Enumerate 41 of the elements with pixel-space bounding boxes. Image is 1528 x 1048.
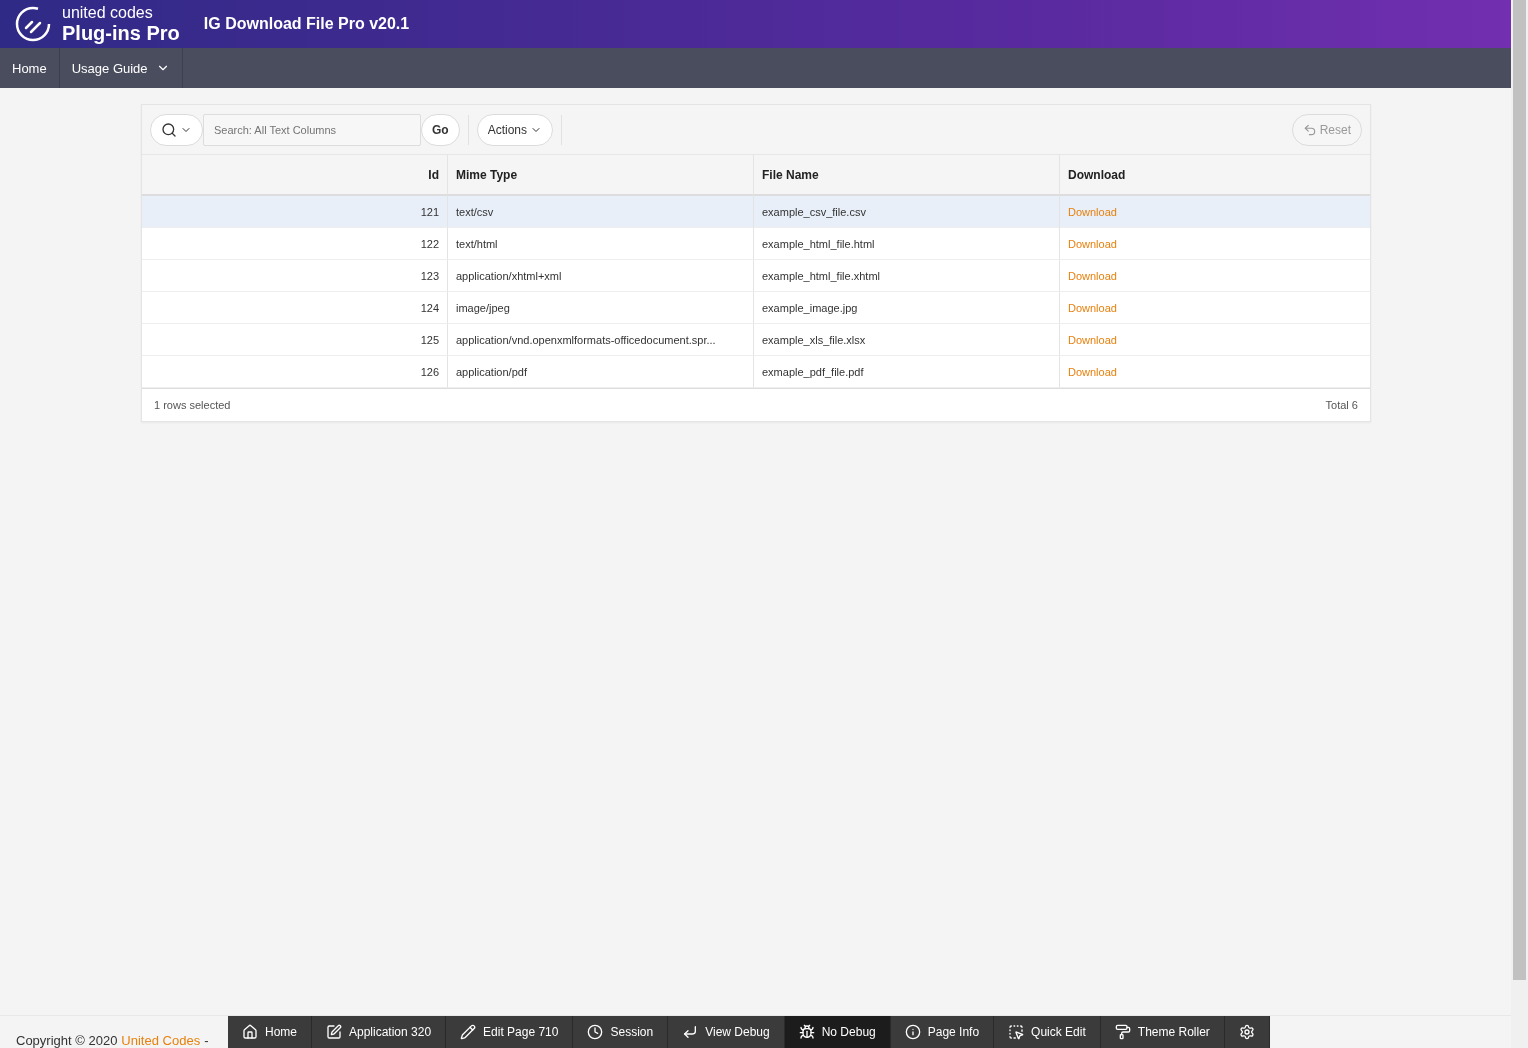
logo-icon	[14, 5, 52, 43]
page-title: IG Download File Pro v20.1	[203, 15, 410, 33]
table-cell: 126	[142, 356, 448, 388]
dashed-pointer-icon	[1008, 1024, 1025, 1040]
search-menu-button[interactable]	[150, 113, 203, 146]
nav-item[interactable]: Home	[0, 48, 60, 88]
scrollbar[interactable]	[1511, 0, 1528, 1048]
square-pen-icon	[326, 1024, 342, 1040]
bug-icon	[798, 1024, 815, 1040]
column-header[interactable]: Mime Type	[448, 155, 754, 196]
settings-icon	[1238, 1024, 1255, 1040]
pencil-icon	[460, 1024, 477, 1040]
paint-roller-icon	[1114, 1024, 1131, 1040]
total-count: Total 6	[1325, 399, 1358, 411]
column-header[interactable]: File Name	[754, 155, 1060, 196]
table-row[interactable]: 125 application/vnd.openxmlformats-officedocument.spr... example_xls_file.xlsx Download	[142, 324, 1370, 356]
table-row[interactable]: 124 image/jpeg example_image.jpg Download	[142, 292, 1370, 324]
go-button[interactable]: Go	[421, 113, 460, 146]
home-icon	[242, 1024, 258, 1040]
brand-name: united codes	[62, 5, 154, 21]
table-row[interactable]: 126 application/pdf exmaple_pdf_file.pdf Download	[142, 356, 1370, 388]
selection-count: 1 rows selected	[154, 399, 231, 411]
clock-icon	[587, 1024, 604, 1040]
table-cell: application/pdf	[448, 356, 754, 388]
info-icon	[904, 1024, 921, 1040]
table-row[interactable]: 123 application/xhtml+xml example_html_file.xhtml Download	[142, 260, 1370, 292]
column-header[interactable]: Id	[142, 155, 448, 196]
separator-text: -	[204, 1033, 209, 1048]
corner-arrow-icon	[682, 1024, 699, 1040]
brand-product: Plug-ins Pro	[62, 23, 180, 43]
search-icon	[161, 121, 177, 138]
actions-button[interactable]: Actions	[476, 113, 554, 146]
undo-icon	[1302, 122, 1317, 137]
table-row[interactable]: 121 text/csv example_csv_file.csv Download	[142, 196, 1370, 228]
nav-item[interactable]: Usage Guide	[59, 48, 183, 88]
toolbar-button[interactable]: No Debug	[784, 1016, 891, 1048]
table-row[interactable]: 122 text/html example_html_file.html Download	[142, 228, 1370, 260]
column-header[interactable]: Download	[1060, 155, 1370, 196]
search-field[interactable]: Search: All Text Columns	[203, 113, 421, 146]
copyright-text: Copyright © 2020	[16, 1033, 118, 1048]
table-cell: exmaple_pdf_file.pdf	[754, 356, 1060, 388]
